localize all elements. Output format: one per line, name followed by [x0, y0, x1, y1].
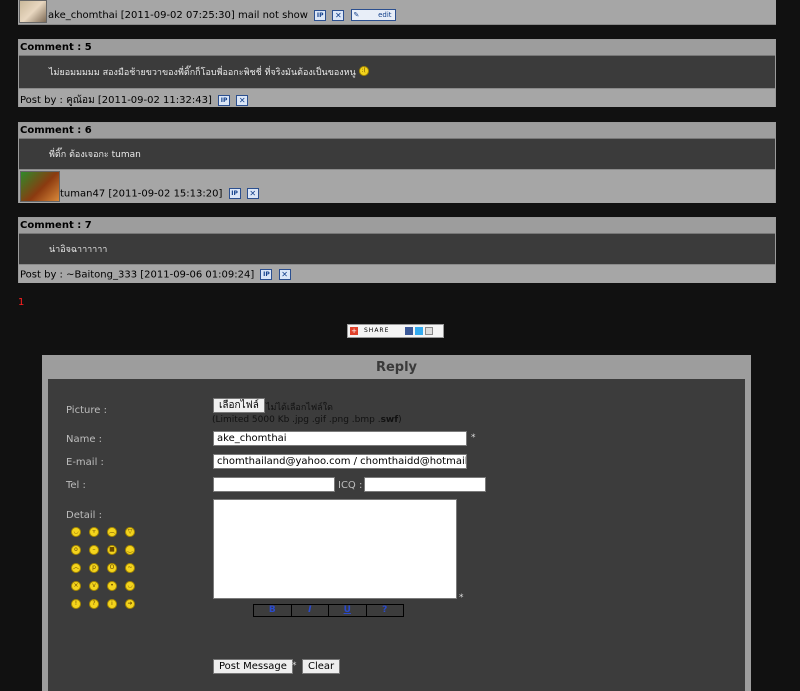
reply-form: Reply Picture : เลือกไฟล์ ไม่ได้เลือกไฟล…: [42, 355, 751, 691]
bold-button[interactable]: B: [254, 605, 292, 616]
reply-form-body: Picture : เลือกไฟล์ ไม่ได้เลือกไฟล์ใด (L…: [48, 379, 745, 691]
ip-icon[interactable]: IP: [218, 94, 231, 106]
tongue-smiley-icon[interactable]: p: [89, 563, 99, 573]
angry-smiley-icon[interactable]: ︿: [71, 563, 81, 573]
avatar: [19, 0, 47, 23]
avatar: [20, 171, 60, 202]
tel-input[interactable]: [213, 477, 335, 492]
icq-label: ICQ :: [338, 480, 363, 491]
required-mark: *: [459, 593, 464, 603]
clear-button[interactable]: Clear: [302, 659, 341, 674]
required-mark: *: [292, 661, 297, 671]
file-status: ไม่ได้เลือกไฟล์ใด: [266, 403, 333, 413]
facebook-icon: [405, 327, 413, 335]
ip-icon[interactable]: IP: [260, 269, 273, 280]
idea-smiley-icon[interactable]: i: [107, 599, 117, 609]
post-message-button[interactable]: Post Message: [213, 659, 293, 674]
shocked-smiley-icon[interactable]: O: [107, 563, 117, 573]
ip-icon[interactable]: IP: [314, 9, 327, 21]
neutral-smiley-icon[interactable]: –: [89, 545, 99, 555]
comment-footer: Post by : ~Baitong_333 [2011-09-06 01:09…: [19, 264, 775, 283]
delete-icon[interactable]: ✕: [236, 94, 249, 106]
email-input[interactable]: chomthailand@yahoo.com / chomthaidd@hotm…: [213, 454, 467, 469]
laugh-smiley-icon[interactable]: ▽: [125, 527, 135, 537]
post-timestamp: [2011-09-02 07:25:30]: [120, 10, 235, 21]
comment-footer: tuman47 [2011-09-02 15:13:20] IP ✕: [19, 169, 775, 203]
worried-smiley-icon[interactable]: ~: [125, 563, 135, 573]
wink-smiley-icon[interactable]: ‿: [125, 545, 135, 555]
italic-button[interactable]: I: [292, 605, 329, 616]
comment-body: น่าอิจฉาาาาาา: [49, 245, 108, 255]
name-input[interactable]: ake_chomthai: [213, 431, 467, 446]
required-mark: *: [471, 433, 476, 443]
icq-input[interactable]: [364, 477, 486, 492]
arrow-smiley-icon[interactable]: ➜: [125, 599, 135, 609]
delete-icon[interactable]: ✕: [332, 9, 345, 21]
detail-textarea[interactable]: [213, 499, 457, 599]
delete-icon[interactable]: ✕: [278, 269, 291, 280]
comment-header: Comment : 6: [19, 123, 775, 139]
reply-title: Reply: [375, 360, 418, 375]
picture-label: Picture :: [66, 405, 107, 416]
email-icon: [425, 327, 433, 335]
comment-header: Comment : 5: [19, 40, 775, 56]
delete-icon[interactable]: ✕: [246, 188, 259, 199]
edit-button[interactable]: ✎ edit: [350, 9, 396, 21]
comment-body: ไม่ยอมมมมม สองมือช้ายขวาของพี่ติ๊กก็โอบพ…: [49, 65, 369, 79]
share-button[interactable]: + SHARE: [347, 324, 444, 338]
comment-body: พี่ติ๊ก ต้องเจอกะ tuman: [49, 150, 141, 160]
comment-header: Comment : 7: [19, 218, 775, 234]
choose-file-button[interactable]: เลือกไฟล์: [213, 398, 265, 413]
plus-icon: +: [350, 327, 358, 335]
format-toolbar: B I U ?: [253, 604, 404, 617]
email-note: mail not show: [237, 10, 308, 21]
twitter-icon: [415, 327, 423, 335]
comment-6: Comment : 6 พี่ติ๊ก ต้องเจอกะ tuman tuma…: [18, 122, 776, 203]
smile-smiley-icon[interactable]: ◡: [125, 581, 135, 591]
exclaim-smiley-icon[interactable]: !: [71, 599, 81, 609]
page-link[interactable]: 1: [18, 297, 24, 308]
edit-icon: ✎: [353, 11, 360, 19]
detail-label: Detail :: [66, 510, 103, 521]
top-post-footer: ake_chomthai [2011-09-02 07:25:30] mail …: [18, 0, 776, 25]
post-author: ake_chomthai: [48, 10, 118, 21]
sad-smiley-icon[interactable]: ︵: [107, 527, 117, 537]
file-hint: (Limited 5000 Kb .jpg .gif .png .bmp .sw…: [212, 415, 402, 425]
help-button[interactable]: ?: [367, 605, 404, 616]
email-label: E-mail :: [66, 457, 104, 468]
blush-smiley-icon[interactable]: •: [107, 581, 117, 591]
surprised-smiley-icon[interactable]: o: [71, 545, 81, 555]
sad-emoticon-icon: :(: [358, 66, 369, 76]
question-smiley-icon[interactable]: ?: [89, 599, 99, 609]
mad-smiley-icon[interactable]: ×: [71, 581, 81, 591]
name-label: Name :: [66, 434, 103, 445]
tel-label: Tel :: [66, 480, 86, 491]
evil-smiley-icon[interactable]: v: [89, 581, 99, 591]
cool-smiley-icon[interactable]: ■: [107, 545, 117, 555]
underline-button[interactable]: U: [329, 605, 367, 616]
ip-icon[interactable]: IP: [228, 188, 241, 199]
top-post-meta: ake_chomthai [2011-09-02 07:25:30] mail …: [48, 9, 396, 21]
comment-5: Comment : 5 ไม่ยอมมมมม สองมือช้ายขวาของพ…: [18, 39, 776, 107]
comment-footer: Post by : คูณ้อม [2011-09-02 11:32:43] I…: [19, 88, 775, 107]
comment-7: Comment : 7 น่าอิจฉาาาาาา Post by : ~Bai…: [18, 217, 776, 283]
grin-smiley-icon[interactable]: ▿: [89, 527, 99, 537]
happy-smiley-icon[interactable]: ◡: [71, 527, 81, 537]
